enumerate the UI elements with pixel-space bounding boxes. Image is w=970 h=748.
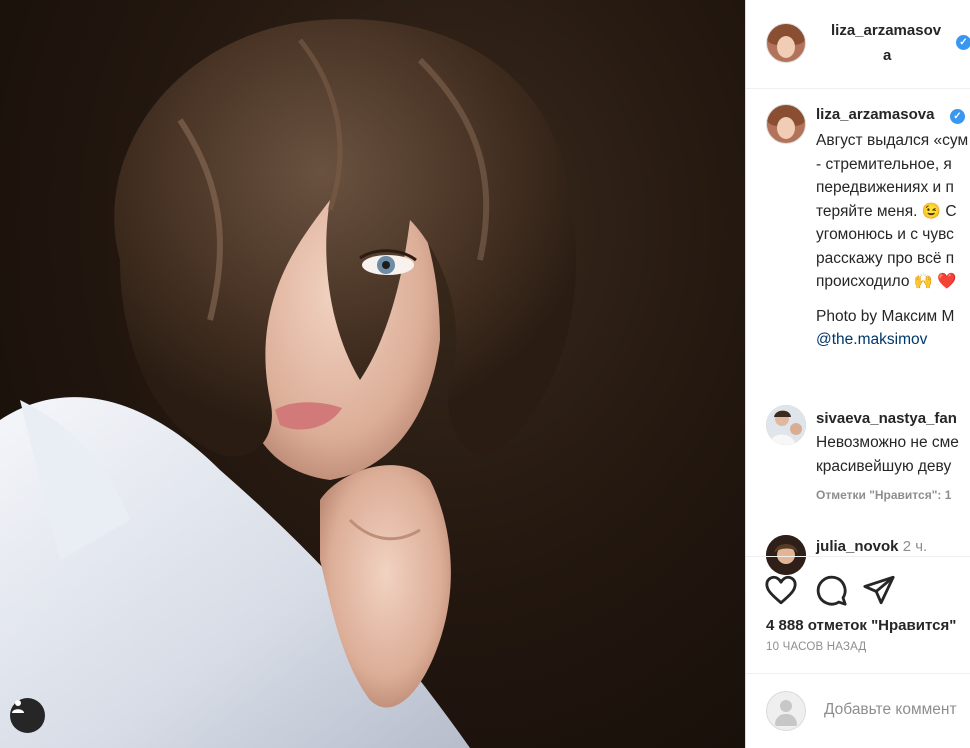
likes-count[interactable]: 4 888 отметок "Нравится"	[766, 617, 956, 634]
add-comment-input[interactable]	[822, 700, 970, 720]
header-username-line2: a	[883, 47, 892, 64]
caption-line: расскажу про всё п	[816, 249, 955, 267]
comment-text-line: красивейшую деву	[816, 457, 952, 475]
post-timestamp[interactable]: 10 ЧАСОВ НАЗАД	[766, 641, 866, 653]
share-icon[interactable]	[862, 573, 896, 607]
caption-text: Август выдался «сум - стремительное, я п…	[816, 129, 970, 294]
comment-username[interactable]: sivaeva_nastya_fan	[816, 410, 957, 427]
header-username[interactable]: liza_arzamasov	[831, 22, 941, 39]
caption-line: происходило 🙌 ❤️	[816, 273, 957, 290]
comment-text: Невозможно не сме красивейшую деву	[816, 431, 959, 478]
comment-icon[interactable]	[814, 573, 848, 607]
verified-badge-icon: ✓	[950, 109, 965, 124]
verified-badge-icon: ✓	[956, 35, 970, 50]
user-tag-button[interactable]	[10, 698, 45, 733]
comment-likes-count[interactable]: Отметки "Нравится": 1	[816, 488, 951, 502]
comment-header: julia_novok 2 ч.	[816, 538, 927, 555]
author-avatar[interactable]	[766, 23, 806, 63]
caption-author-username[interactable]: liza_arzamasova	[816, 106, 934, 123]
add-comment-bar	[746, 673, 970, 748]
post-header: liza_arzamasov a ✓	[746, 0, 970, 89]
commenter-avatar[interactable]	[766, 405, 806, 445]
portrait-illustration	[0, 19, 577, 748]
comment-text-line: Невозможно не сме	[816, 434, 959, 451]
photographer-mention-link[interactable]: @the.maksimov	[816, 331, 927, 349]
photo-credit: Photo by Максим М	[816, 308, 955, 325]
commenter-avatar-image	[766, 405, 806, 445]
header-username-line1: liza_arzamasov	[831, 22, 942, 39]
caption-line: теряйте меня. 😉 С	[816, 202, 957, 220]
caption-line: - стремительное, я	[816, 155, 952, 173]
caption-line: передвижениях и п	[816, 179, 954, 196]
caption-author-avatar[interactable]	[766, 104, 806, 144]
comment-time: 2 ч.	[902, 538, 928, 555]
post-sidebar: liza_arzamasov a ✓ liza_arzamasova ✓ Авг…	[745, 0, 970, 748]
caption-line: угомонюсь и с чувс	[816, 226, 954, 243]
caption-line: Август выдался «сум	[816, 132, 969, 149]
user-tag-icon	[12, 700, 24, 713]
post-actions: 4 888 отметок "Нравится" 10 ЧАСОВ НАЗАД	[746, 556, 970, 748]
current-user-avatar	[766, 691, 806, 731]
header-username-wrap: a	[883, 47, 891, 64]
post-photo[interactable]	[0, 0, 745, 748]
heart-icon[interactable]	[764, 573, 798, 607]
comment-username[interactable]: julia_novok	[816, 538, 899, 555]
